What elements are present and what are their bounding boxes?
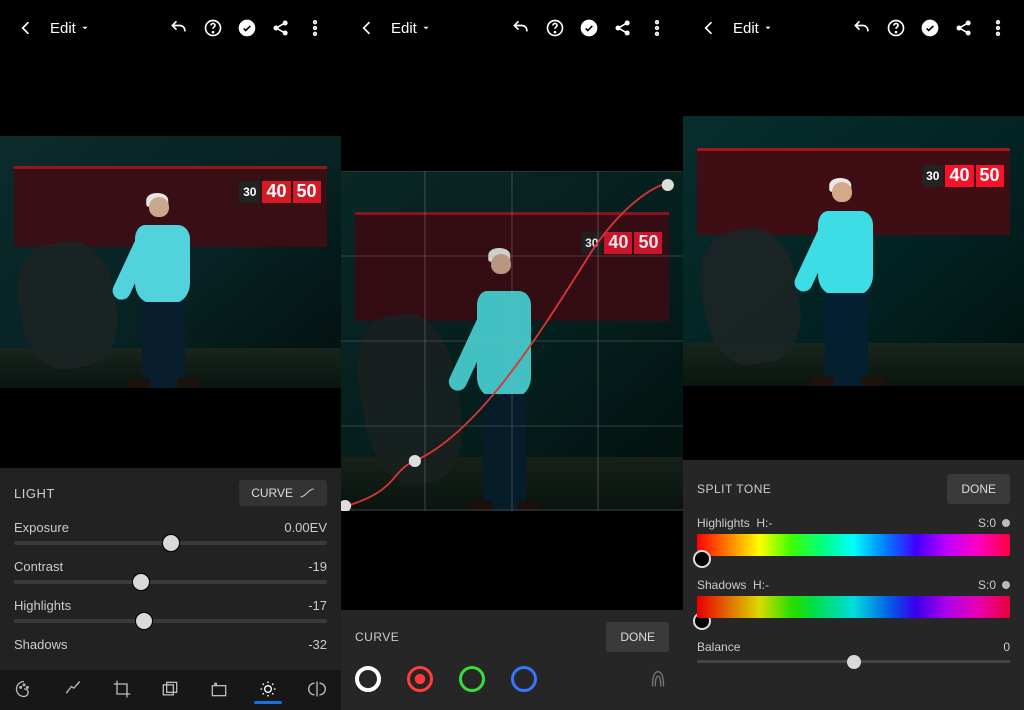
channel-red[interactable] [407, 666, 433, 692]
light-panel: LIGHT CURVE Exposure0.00EV Contrast-19 H… [0, 468, 341, 710]
split-title: SPLIT TONE [697, 482, 771, 496]
tool-color-icon[interactable] [307, 679, 327, 702]
balance-value: 0 [1003, 640, 1010, 654]
tool-selective-icon[interactable] [14, 679, 34, 702]
edit-label: Edit [50, 20, 76, 37]
tool-heal-icon[interactable] [63, 679, 83, 702]
share-icon[interactable] [613, 18, 633, 38]
more-icon[interactable] [305, 18, 325, 38]
slider-shadows[interactable]: Shadows-32 [14, 637, 327, 652]
curve-footer: CURVE DONE [341, 610, 683, 710]
tool-light-icon[interactable] [258, 679, 278, 702]
done-button[interactable]: DONE [947, 474, 1010, 504]
shadows-meta: Shadows H:- S:0 [697, 578, 1010, 592]
photo-preview-curve[interactable]: 304050 [341, 171, 683, 511]
tool-presets-icon[interactable] [160, 679, 180, 702]
highlights-meta: Highlights H:- S:0 [697, 516, 1010, 530]
help-icon[interactable] [203, 18, 223, 38]
balance-label: Balance [697, 640, 740, 654]
undo-icon[interactable] [511, 18, 531, 38]
parametric-icon[interactable] [647, 668, 669, 690]
balance-slider[interactable] [697, 660, 1010, 663]
share-icon[interactable] [954, 18, 974, 38]
highlights-hue-slider[interactable] [697, 534, 1010, 556]
help-icon[interactable] [545, 18, 565, 38]
confirm-icon[interactable] [237, 18, 257, 38]
photo-preview: 304050 [0, 136, 341, 388]
edit-dropdown[interactable]: Edit [391, 20, 431, 37]
photo-preview: 304050 [683, 116, 1024, 386]
undo-icon[interactable] [852, 18, 872, 38]
slider-contrast[interactable]: Contrast-19 [14, 559, 327, 584]
split-tone-panel: SPLIT TONE DONE Highlights H:- S:0 Shado… [683, 460, 1024, 710]
edit-dropdown[interactable]: Edit [50, 20, 90, 37]
slider-highlights[interactable]: Highlights-17 [14, 598, 327, 623]
slider-exposure[interactable]: Exposure0.00EV [14, 520, 327, 545]
tool-crop-icon[interactable] [112, 679, 132, 702]
more-icon[interactable] [647, 18, 667, 38]
edit-dropdown[interactable]: Edit [733, 20, 773, 37]
share-icon[interactable] [271, 18, 291, 38]
highlights-hue-thumb[interactable] [693, 550, 711, 568]
curve-title: CURVE [355, 630, 399, 644]
light-title: LIGHT [14, 486, 55, 501]
back-icon[interactable] [357, 18, 377, 38]
tool-auto-icon[interactable] [209, 679, 229, 702]
help-icon[interactable] [886, 18, 906, 38]
curve-button[interactable]: CURVE [239, 480, 327, 506]
back-icon[interactable] [16, 18, 36, 38]
undo-icon[interactable] [169, 18, 189, 38]
confirm-icon[interactable] [579, 18, 599, 38]
more-icon[interactable] [988, 18, 1008, 38]
channel-blue[interactable] [511, 666, 537, 692]
shadows-hue-slider[interactable] [697, 596, 1010, 618]
channel-luma[interactable] [355, 666, 381, 692]
back-icon[interactable] [699, 18, 719, 38]
channel-green[interactable] [459, 666, 485, 692]
confirm-icon[interactable] [920, 18, 940, 38]
done-button[interactable]: DONE [606, 622, 669, 652]
